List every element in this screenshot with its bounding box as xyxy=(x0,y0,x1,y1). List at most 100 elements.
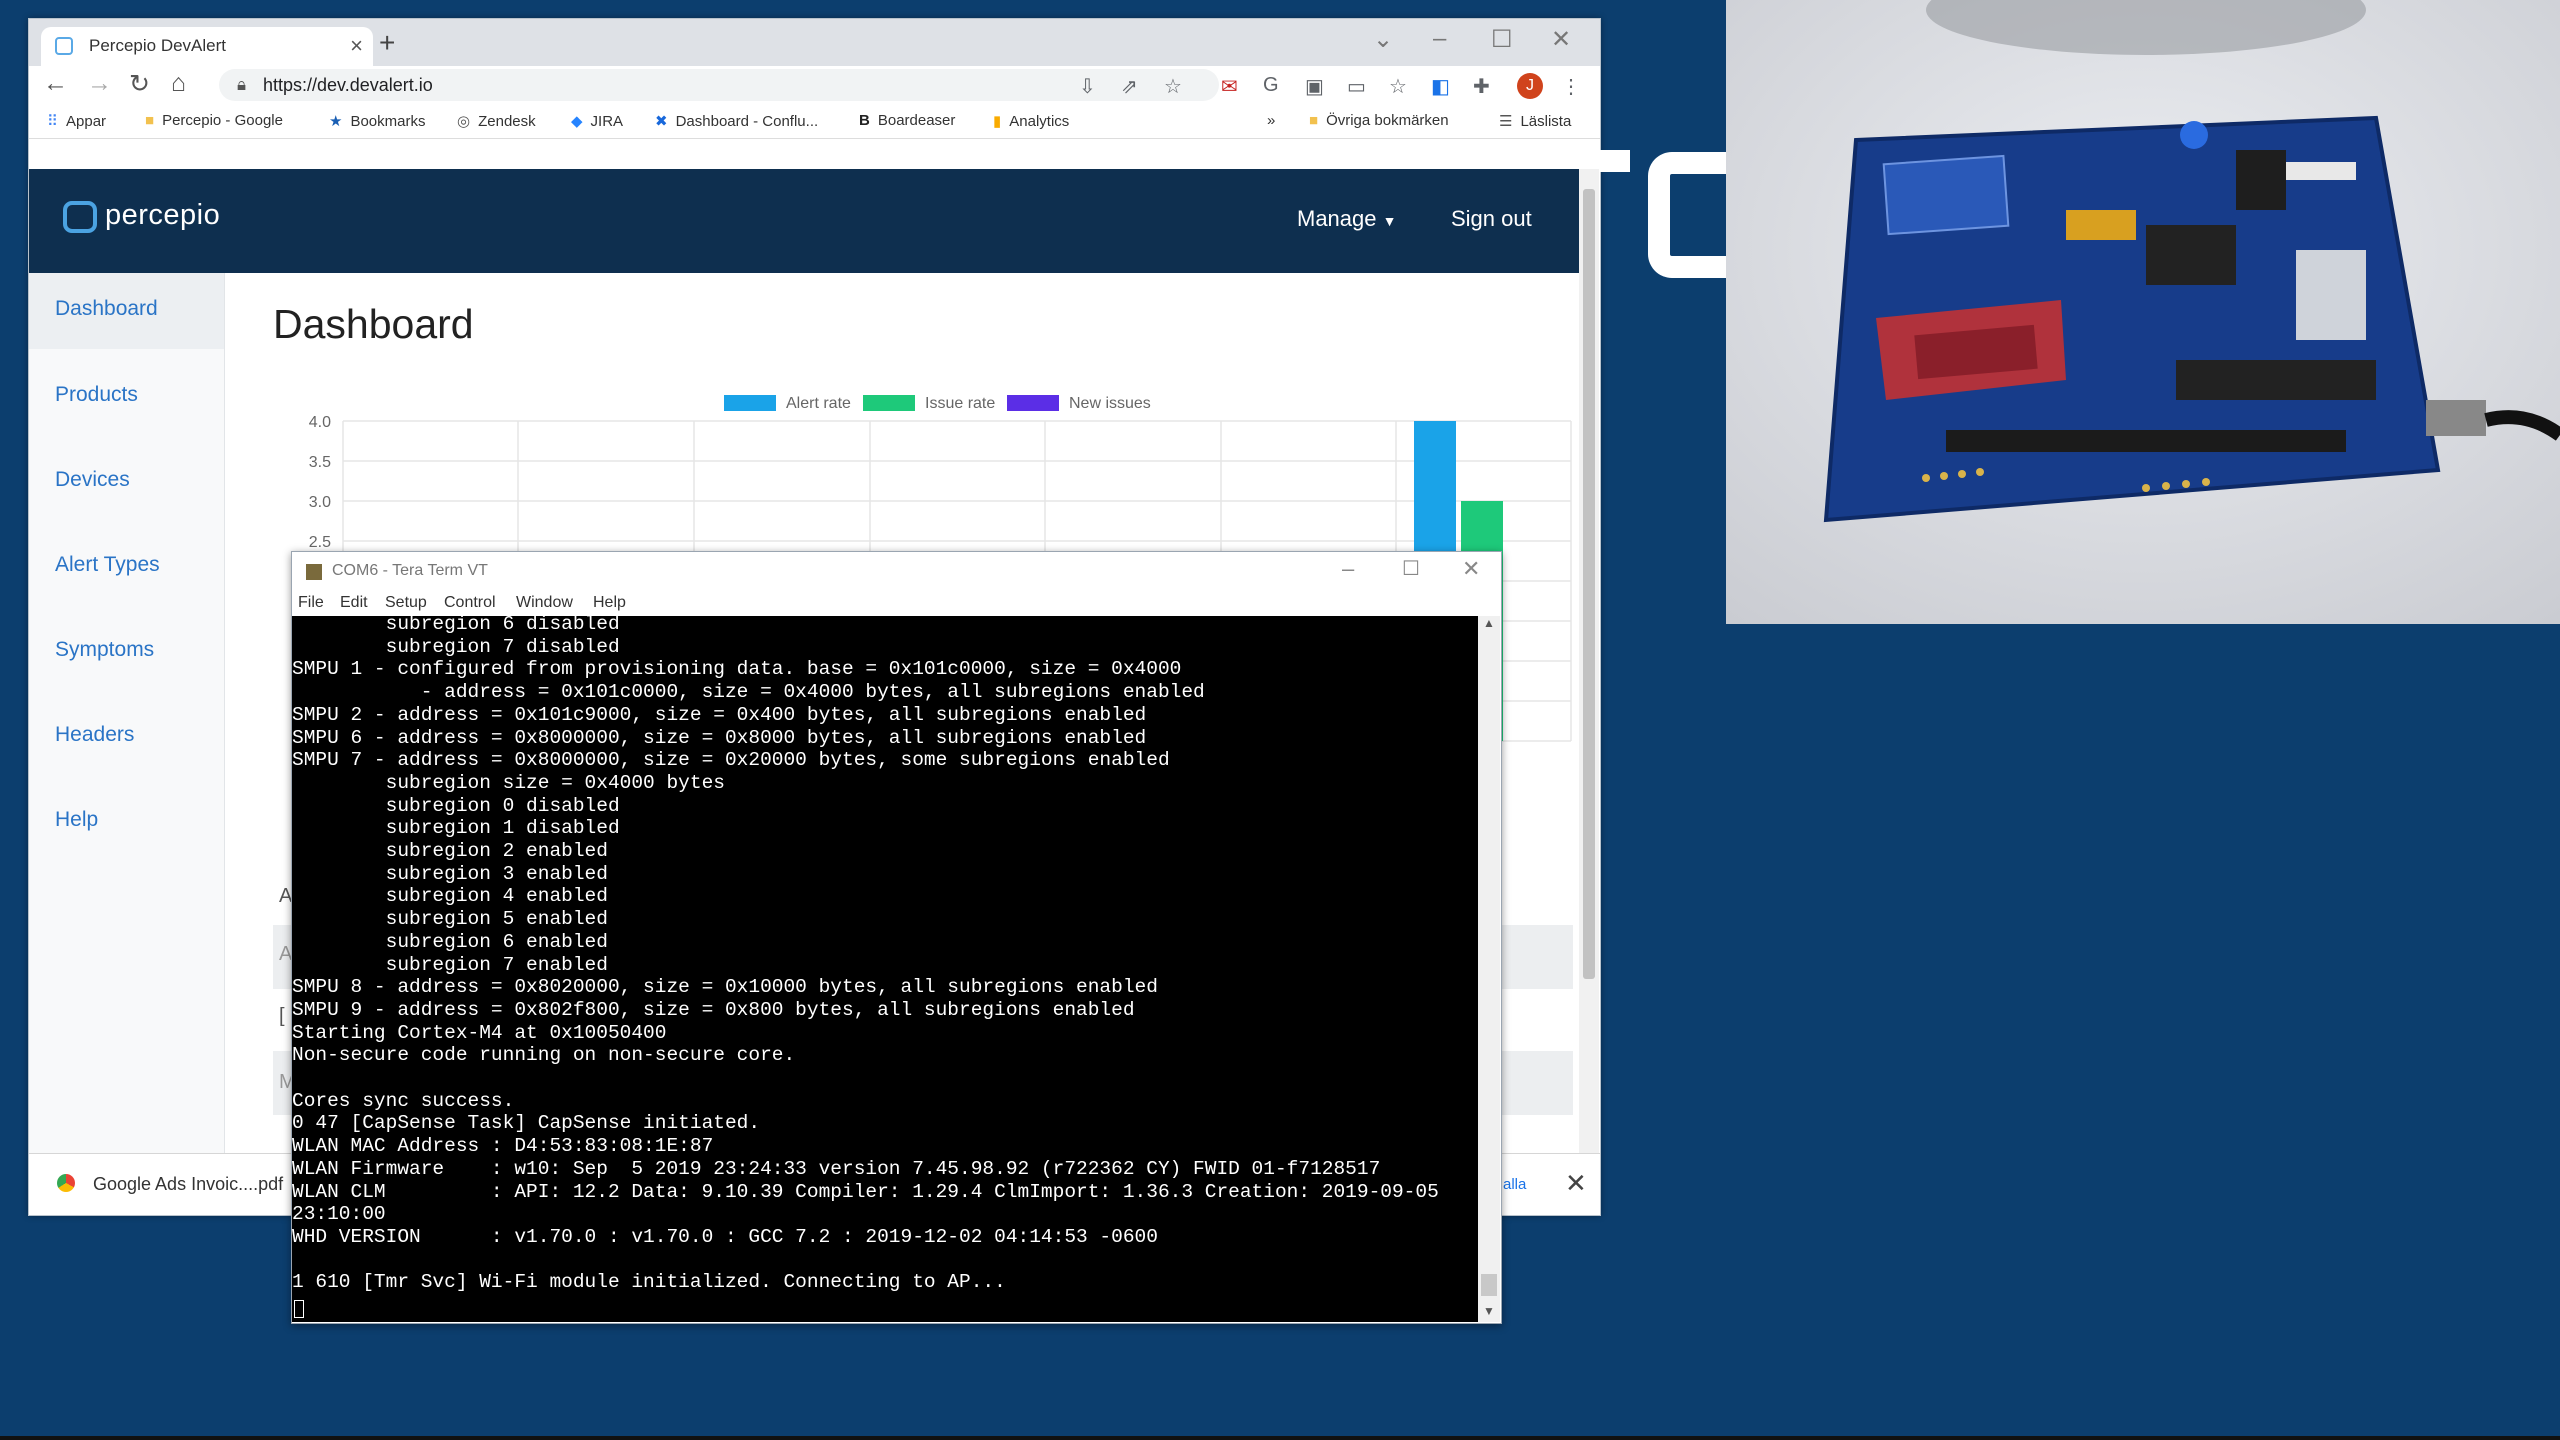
manage-dropdown[interactable]: Manage ▼ xyxy=(1297,206,1397,232)
camera-feed xyxy=(1726,0,2560,624)
bookmark-boardeaser[interactable]: B Boardeaser xyxy=(859,112,955,129)
y-tick-label: 4.0 xyxy=(309,414,331,431)
terminal-output: subregion 6 disabled subregion 7 disable… xyxy=(292,616,1439,1294)
sign-out-link[interactable]: Sign out xyxy=(1451,206,1532,232)
terminal-screen[interactable]: subregion 6 disabled subregion 7 disable… xyxy=(292,616,1478,1322)
bookmark-other-bookmarks[interactable]: ■ Övriga bokmärken xyxy=(1309,112,1449,129)
scrollbar-thumb[interactable] xyxy=(1583,189,1595,979)
sidebar-item-dashboard[interactable]: Dashboard xyxy=(55,297,158,321)
scroll-down-icon[interactable]: ▼ xyxy=(1483,1304,1495,1318)
close-downloads-icon[interactable]: ✕ xyxy=(1565,1168,1587,1199)
page-scrollbar[interactable] xyxy=(1579,169,1599,1153)
download-item[interactable]: Google Ads Invoic....pdf xyxy=(93,1174,283,1195)
site-header: percepio Manage ▼ Sign out xyxy=(29,169,1579,273)
more-bookmarks-button[interactable]: » xyxy=(1267,112,1275,129)
screen-extension-icon[interactable]: ▭ xyxy=(1347,74,1366,99)
menu-file[interactable]: File xyxy=(298,594,324,612)
chart-legend: Alert rate Issue rate New issues xyxy=(724,395,1151,412)
sidebar: Dashboard Products Devices Alert Types S… xyxy=(29,273,225,1153)
tera-term-icon xyxy=(306,564,322,580)
legend-label[interactable]: New issues xyxy=(1069,395,1151,412)
lock-icon[interactable]: 🔒︎ xyxy=(237,75,246,95)
bookmarks-bar: ⠿ Appar ■ Percepio - Google ★ Bookmarks ◎ Ze… xyxy=(29,104,1600,139)
legend-swatch[interactable] xyxy=(1007,395,1059,411)
sidebar-item-symptoms[interactable]: Symptoms xyxy=(55,638,154,662)
background-logo-fragment xyxy=(1648,152,1734,278)
star-extension-icon[interactable]: ☆ xyxy=(1389,74,1407,99)
bookmark-bookmarks[interactable]: ★ Bookmarks xyxy=(329,112,425,130)
confluence-icon: ✖ xyxy=(655,113,668,130)
gmail-extension-icon[interactable]: ✉ xyxy=(1221,74,1238,99)
sidebar-item-devices[interactable]: Devices xyxy=(55,468,130,492)
y-tick-label: 3.5 xyxy=(309,454,331,471)
tab-strip: Percepio DevAlert × + ⌄ – ☐ ✕ xyxy=(29,19,1600,66)
minimize-button[interactable]: – xyxy=(1433,25,1446,53)
folder-icon: ■ xyxy=(1309,112,1319,129)
percepio-logo-icon xyxy=(63,201,97,233)
tab-search-icon[interactable]: ⌄ xyxy=(1373,25,1393,54)
close-window-button[interactable]: ✕ xyxy=(1462,556,1480,582)
blue-extension-icon[interactable]: ◧ xyxy=(1431,74,1450,99)
forward-button[interactable]: → xyxy=(87,69,112,98)
back-button[interactable]: ← xyxy=(43,69,68,98)
profile-avatar[interactable]: J xyxy=(1517,73,1543,99)
reload-button[interactable]: ↻ xyxy=(129,69,150,99)
puzzle-icon[interactable]: ✚ xyxy=(1473,74,1490,99)
boardeaser-icon: B xyxy=(859,112,870,129)
sidebar-item-headers[interactable]: Headers xyxy=(55,723,134,747)
show-all-link[interactable]: alla xyxy=(1503,1176,1526,1193)
maximize-button[interactable]: ☐ xyxy=(1491,25,1513,54)
grammarly-extension-icon[interactable]: G xyxy=(1263,74,1279,97)
sidebar-item-products[interactable]: Products xyxy=(55,383,138,407)
legend-label[interactable]: Issue rate xyxy=(925,395,995,412)
close-tab-icon[interactable]: × xyxy=(350,33,363,59)
home-button[interactable]: ⌂ xyxy=(171,69,186,98)
install-icon[interactable]: ⇩ xyxy=(1079,74,1096,99)
bookmark-percepio-google[interactable]: ■ Percepio - Google xyxy=(145,112,283,129)
scroll-up-icon[interactable]: ▲ xyxy=(1483,616,1495,630)
terminal-title: COM6 - Tera Term VT xyxy=(332,562,488,579)
bookmark-analytics[interactable]: ▮ Analytics xyxy=(993,112,1069,130)
bookmark-star-icon[interactable]: ☆ xyxy=(1164,74,1182,99)
page-title: Dashboard xyxy=(273,301,474,347)
y-tick-label: 2.5 xyxy=(309,534,331,551)
background-logo-fragment xyxy=(1600,150,1630,172)
legend-label[interactable]: Alert rate xyxy=(786,395,851,412)
analytics-icon: ▮ xyxy=(993,113,1002,130)
extension-icon[interactable]: ▣ xyxy=(1305,74,1324,99)
terminal-titlebar[interactable]: COM6 - Tera Term VT – ☐ ✕ xyxy=(292,552,1501,590)
menu-edit[interactable]: Edit xyxy=(340,594,368,612)
address-bar[interactable]: 🔒︎ https://dev.devalert.io xyxy=(219,69,1219,101)
bookmark-jira[interactable]: ◆ JIRA xyxy=(571,112,623,130)
apps-grid-icon: ⠿ xyxy=(47,113,58,130)
terminal-menubar: File Edit Setup Control Window Help xyxy=(292,590,1501,616)
menu-window[interactable]: Window xyxy=(516,594,573,612)
legend-swatch[interactable] xyxy=(863,395,915,411)
browser-toolbar: ← → ↻ ⌂ 🔒︎ https://dev.devalert.io ⇩ ⇗ ☆… xyxy=(29,66,1600,104)
tab-devalert[interactable]: Percepio DevAlert × xyxy=(41,27,373,66)
menu-help[interactable]: Help xyxy=(593,594,626,612)
close-window-button[interactable]: ✕ xyxy=(1551,25,1571,54)
scrollbar-thumb[interactable] xyxy=(1481,1274,1497,1296)
kebab-menu-icon[interactable]: ⋮ xyxy=(1561,74,1581,99)
share-icon[interactable]: ⇗ xyxy=(1121,74,1138,99)
menu-control[interactable]: Control xyxy=(444,594,496,612)
bookmark-apps[interactable]: ⠿ Appar xyxy=(47,112,106,130)
url-text: https://dev.devalert.io xyxy=(263,75,433,95)
new-tab-button[interactable]: + xyxy=(379,27,395,59)
terminal-scrollbar[interactable]: ▲ ▼ xyxy=(1478,616,1500,1322)
sidebar-item-alert-types[interactable]: Alert Types xyxy=(55,553,160,577)
jira-icon: ◆ xyxy=(571,113,583,130)
legend-swatch[interactable] xyxy=(724,395,776,411)
minimize-button[interactable]: – xyxy=(1342,556,1354,582)
bookmark-zendesk[interactable]: ◎ Zendesk xyxy=(457,112,536,130)
maximize-button[interactable]: ☐ xyxy=(1402,556,1420,581)
tab-title: Percepio DevAlert xyxy=(89,36,227,55)
dev-board-photo xyxy=(1726,0,2560,624)
sidebar-item-help[interactable]: Help xyxy=(55,808,98,832)
bottom-edge xyxy=(0,1436,2560,1440)
reading-list[interactable]: ☰ Läslista xyxy=(1499,112,1571,130)
logo-text: percepio xyxy=(105,199,221,231)
menu-setup[interactable]: Setup xyxy=(385,594,427,612)
bookmark-dashboard-confluence[interactable]: ✖ Dashboard - Conflu... xyxy=(655,112,818,130)
